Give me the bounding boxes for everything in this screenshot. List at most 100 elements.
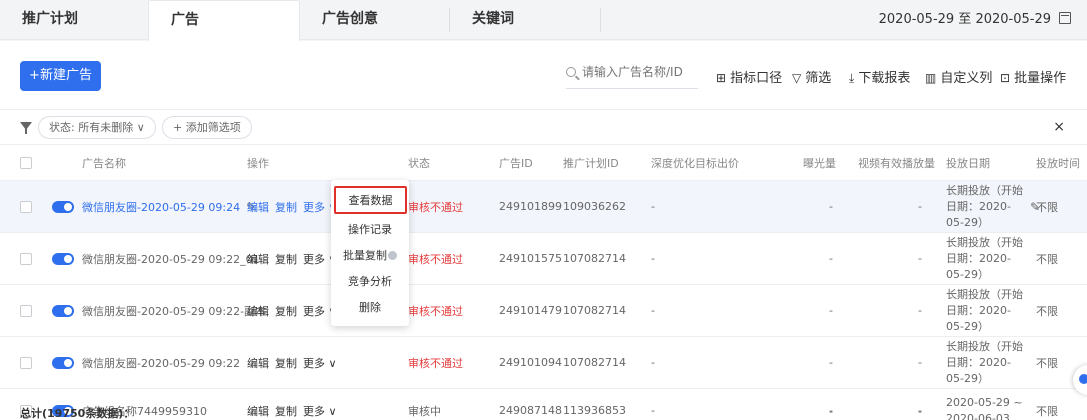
batch-copy-menu-item[interactable]: 批量复制 <box>331 244 409 268</box>
edit-link[interactable]: 编辑 <box>247 355 269 371</box>
total-impressions: - <box>829 405 833 418</box>
funnel-icon[interactable] <box>20 122 32 134</box>
video-plays: - <box>918 356 922 369</box>
download-icon: ⤓ <box>849 71 855 85</box>
row-toggle[interactable] <box>52 233 74 284</box>
delivery-time: 不限 <box>1036 200 1058 214</box>
total-row: 总计(19750条数据)： - - <box>0 405 1087 420</box>
table-row: 微信朋友圈-2020-05-29 09:22 编辑 复制 更多 ∨ 审核不通过 24… <box>0 337 1087 389</box>
col-date: 投放日期 <box>946 156 990 170</box>
col-time: 投放时间 <box>1036 156 1080 170</box>
more-link[interactable]: 更多 ∨ <box>303 355 337 371</box>
metrics-button[interactable]: ⊞ 指标口径 <box>716 67 782 86</box>
tab-creatives[interactable]: 广告创意 <box>300 0 450 40</box>
filter-bar: 状态: 所有未删除 ∨ + 添加筛选项 × <box>0 109 1087 145</box>
ad-name-text[interactable]: 微信朋友圈-2020-05-29 09:22 <box>82 337 240 388</box>
help-icon <box>388 251 397 260</box>
row-checkbox[interactable] <box>20 181 32 232</box>
edit-link[interactable]: 编辑 <box>247 251 269 267</box>
impressions: - <box>829 252 833 265</box>
video-plays: - <box>918 304 922 317</box>
new-ad-button[interactable]: +新建广告 <box>20 61 101 91</box>
view-data-menu-item[interactable]: 查看数据 <box>334 186 407 214</box>
impressions: - <box>829 200 833 213</box>
ad-name-cell: 微信朋友圈-2020-05-29 09:24 ✎ <box>82 181 256 232</box>
col-video-plays: 视频有效播放量 <box>858 156 935 170</box>
batch-button[interactable]: ⊡ 批量操作 <box>1000 67 1066 86</box>
ad-name-text[interactable]: 微信朋友圈-2020-05-29 09:22_01 <box>82 233 260 284</box>
date-cell: 长期投放（开始日期：2020-05-29） ✎ <box>946 181 1040 232</box>
filter-button[interactable]: ▽ 筛选 <box>792 67 831 86</box>
search-input[interactable] <box>582 65 686 79</box>
filter-label: 筛选 <box>805 71 832 86</box>
download-label: 下载报表 <box>858 71 911 86</box>
plan-id: 107082714 <box>563 356 626 369</box>
deep-bid: - <box>651 356 655 369</box>
tab-keywords[interactable]: 关键词 <box>450 0 600 40</box>
ad-id: 249101899 <box>499 200 562 213</box>
date-range-text: 2020-05-29 至 2020-05-29 <box>878 12 1051 27</box>
search-box[interactable] <box>566 65 698 89</box>
tab-divider <box>600 8 601 32</box>
tab-ads[interactable]: 广告 <box>148 0 300 41</box>
delete-menu-item[interactable]: 删除 <box>331 296 409 320</box>
col-deep-bid: 深度优化目标出价 <box>651 156 739 170</box>
copy-link[interactable]: 复制 <box>275 199 297 215</box>
custom-columns-label: 自定义列 <box>940 71 993 86</box>
row-toggle[interactable] <box>52 181 74 232</box>
delivery-date: 长期投放（开始日期：2020-05-29） <box>946 235 1023 281</box>
deep-bid: - <box>651 304 655 317</box>
ad-id: 249101575 <box>499 252 562 265</box>
table-row: 微信朋友圈-2020-05-29 09:22-副本 编辑 复制 更多 ∨ 审核不通过… <box>0 285 1087 337</box>
row-checkbox[interactable] <box>20 285 32 336</box>
plan-id: 107082714 <box>563 304 626 317</box>
ad-name-text[interactable]: 微信朋友圈-2020-05-29 09:22-副本 <box>82 285 266 336</box>
filter-icon: ▽ <box>792 71 802 85</box>
date-cell: 长期投放（开始日期：2020-05-29） <box>946 337 1026 388</box>
copy-link[interactable]: 复制 <box>275 355 297 371</box>
copy-link[interactable]: 复制 <box>275 303 297 319</box>
competition-analysis-menu-item[interactable]: 竞争分析 <box>331 270 409 294</box>
ad-name-link[interactable]: 微信朋友圈-2020-05-29 09:24 <box>82 199 240 215</box>
impressions: - <box>829 304 833 317</box>
row-toggle[interactable] <box>52 337 74 388</box>
total-label: 总计(19750条数据)： <box>20 407 135 420</box>
tab-campaigns[interactable]: 推广计划 <box>0 0 150 40</box>
deep-bid: - <box>651 252 655 265</box>
download-button[interactable]: ⤓ 下载报表 <box>849 67 910 86</box>
ops-cell: 编辑 复制 更多 ∨ <box>247 233 343 284</box>
operation-log-menu-item[interactable]: 操作记录 <box>331 218 409 242</box>
delivery-date: 长期投放（开始日期：2020-05-29） <box>946 287 1023 333</box>
date-cell: 长期投放（开始日期：2020-05-29） <box>946 285 1026 336</box>
ad-id: 249101479 <box>499 304 562 317</box>
col-plan-id: 推广计划ID <box>563 156 619 170</box>
status-text: 审核不通过 <box>408 252 463 266</box>
custom-columns-button[interactable]: ▥ 自定义列 <box>925 67 992 86</box>
tab-bar: 推广计划 广告 广告创意 关键词 2020-05-29 至 2020-05-29 <box>0 0 1087 41</box>
video-plays: - <box>918 252 922 265</box>
plan-id: 109036262 <box>563 200 626 213</box>
delivery-time: 不限 <box>1036 252 1058 266</box>
add-filter-chip[interactable]: + 添加筛选项 <box>162 116 252 139</box>
date-range-picker[interactable]: 2020-05-29 至 2020-05-29 <box>879 0 1071 40</box>
video-plays: - <box>918 200 922 213</box>
status-text: 审核不通过 <box>408 356 463 370</box>
deep-bid: - <box>651 200 655 213</box>
row-checkbox[interactable] <box>20 233 32 284</box>
table-row: 微信朋友圈-2020-05-29 09:22_01 编辑 复制 更多 ∨ 审核不通过… <box>0 233 1087 285</box>
ops-cell: 编辑 复制 更多 ∨ <box>247 285 343 336</box>
edit-link[interactable]: 编辑 <box>247 303 269 319</box>
ops-cell: 编辑 复制 更多 ∨ <box>247 337 343 388</box>
ad-id: 249101094 <box>499 356 562 369</box>
more-dropdown-menu: 查看数据 操作记录 批量复制 竞争分析 删除 <box>331 180 409 326</box>
copy-link[interactable]: 复制 <box>275 251 297 267</box>
delivery-date: 长期投放（开始日期：2020-05-29） <box>946 339 1023 385</box>
delivery-date: 长期投放（开始日期：2020-05-29） <box>946 183 1023 229</box>
batch-copy-label: 批量复制 <box>343 249 387 262</box>
close-icon[interactable]: × <box>1053 119 1065 135</box>
row-checkbox[interactable] <box>20 337 32 388</box>
edit-link[interactable]: 编辑 <box>247 199 269 215</box>
select-all-checkbox[interactable] <box>20 145 32 180</box>
row-toggle[interactable] <box>52 285 74 336</box>
status-filter-chip[interactable]: 状态: 所有未删除 ∨ <box>38 116 156 139</box>
